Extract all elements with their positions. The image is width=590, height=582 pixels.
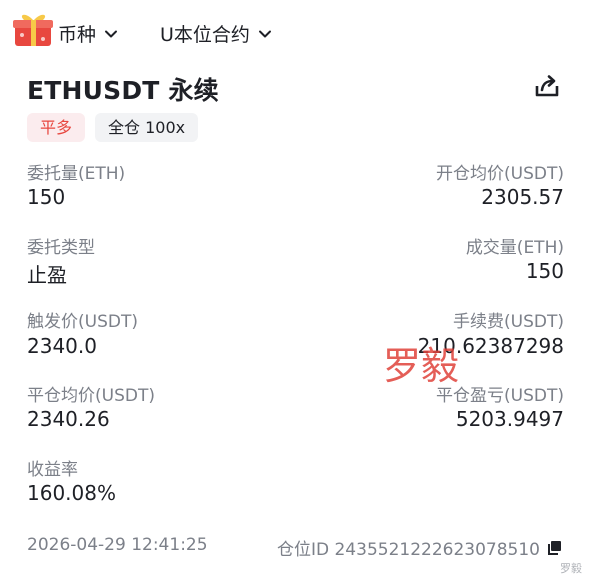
trigger-price-label: 触发价(USDT) <box>27 312 138 332</box>
trigger-price-value: 2340.0 <box>27 334 97 358</box>
avg-close-price-label: 平仓均价(USDT) <box>27 386 155 406</box>
order-qty-value: 150 <box>27 185 66 209</box>
copy-icon[interactable] <box>546 540 562 556</box>
roi-label: 收益率 <box>27 460 78 480</box>
filled-qty-label: 成交量(ETH) <box>465 238 564 258</box>
filter-bar: 币种 U本位合约 <box>0 14 590 50</box>
order-type-label: 委托类型 <box>27 238 95 258</box>
coin-filter-label: 币种 <box>58 24 97 46</box>
avg-open-price-value: 2305.57 <box>481 185 564 209</box>
fee-label: 手续费(USDT) <box>453 312 564 332</box>
position-id-text: 仓位ID 2435521222623078510 <box>276 540 540 560</box>
contract-type-label: U本位合约 <box>160 24 250 46</box>
realized-pnl-value: 5203.9497 <box>455 407 564 431</box>
contract-type-dropdown[interactable]: U本位合约 <box>160 20 272 47</box>
roi-value: 160.08% <box>27 481 116 505</box>
watermark-text: 罗毅 <box>383 344 460 388</box>
margin-mode-badge: 全仓 100x <box>95 113 199 142</box>
chevron-down-icon <box>258 30 271 37</box>
position-id[interactable]: 仓位ID 2435521222623078510 <box>277 535 562 560</box>
filled-qty-value: 150 <box>525 259 564 283</box>
chevron-down-icon <box>105 30 118 37</box>
order-timestamp: 2026-04-29 12:41:25 <box>27 535 208 555</box>
gift-icon[interactable] <box>12 10 58 50</box>
coin-filter-dropdown[interactable]: 币种 <box>58 20 118 47</box>
share-icon[interactable] <box>533 72 561 100</box>
order-detail-page: 币种 U本位合约 ETHUSDT 永续 平多 全仓 100x 委托量(ETH) … <box>0 0 590 582</box>
direction-badge: 平多 <box>27 113 86 142</box>
symbol-title: ETHUSDT 永续 <box>27 76 219 105</box>
order-qty-label: 委托量(ETH) <box>27 164 126 184</box>
avg-open-price-label: 开仓均价(USDT) <box>436 164 564 184</box>
credit-text: 罗毅 <box>560 562 582 575</box>
order-type-value: 止盈 <box>27 263 67 287</box>
avg-close-price-value: 2340.26 <box>27 407 110 431</box>
